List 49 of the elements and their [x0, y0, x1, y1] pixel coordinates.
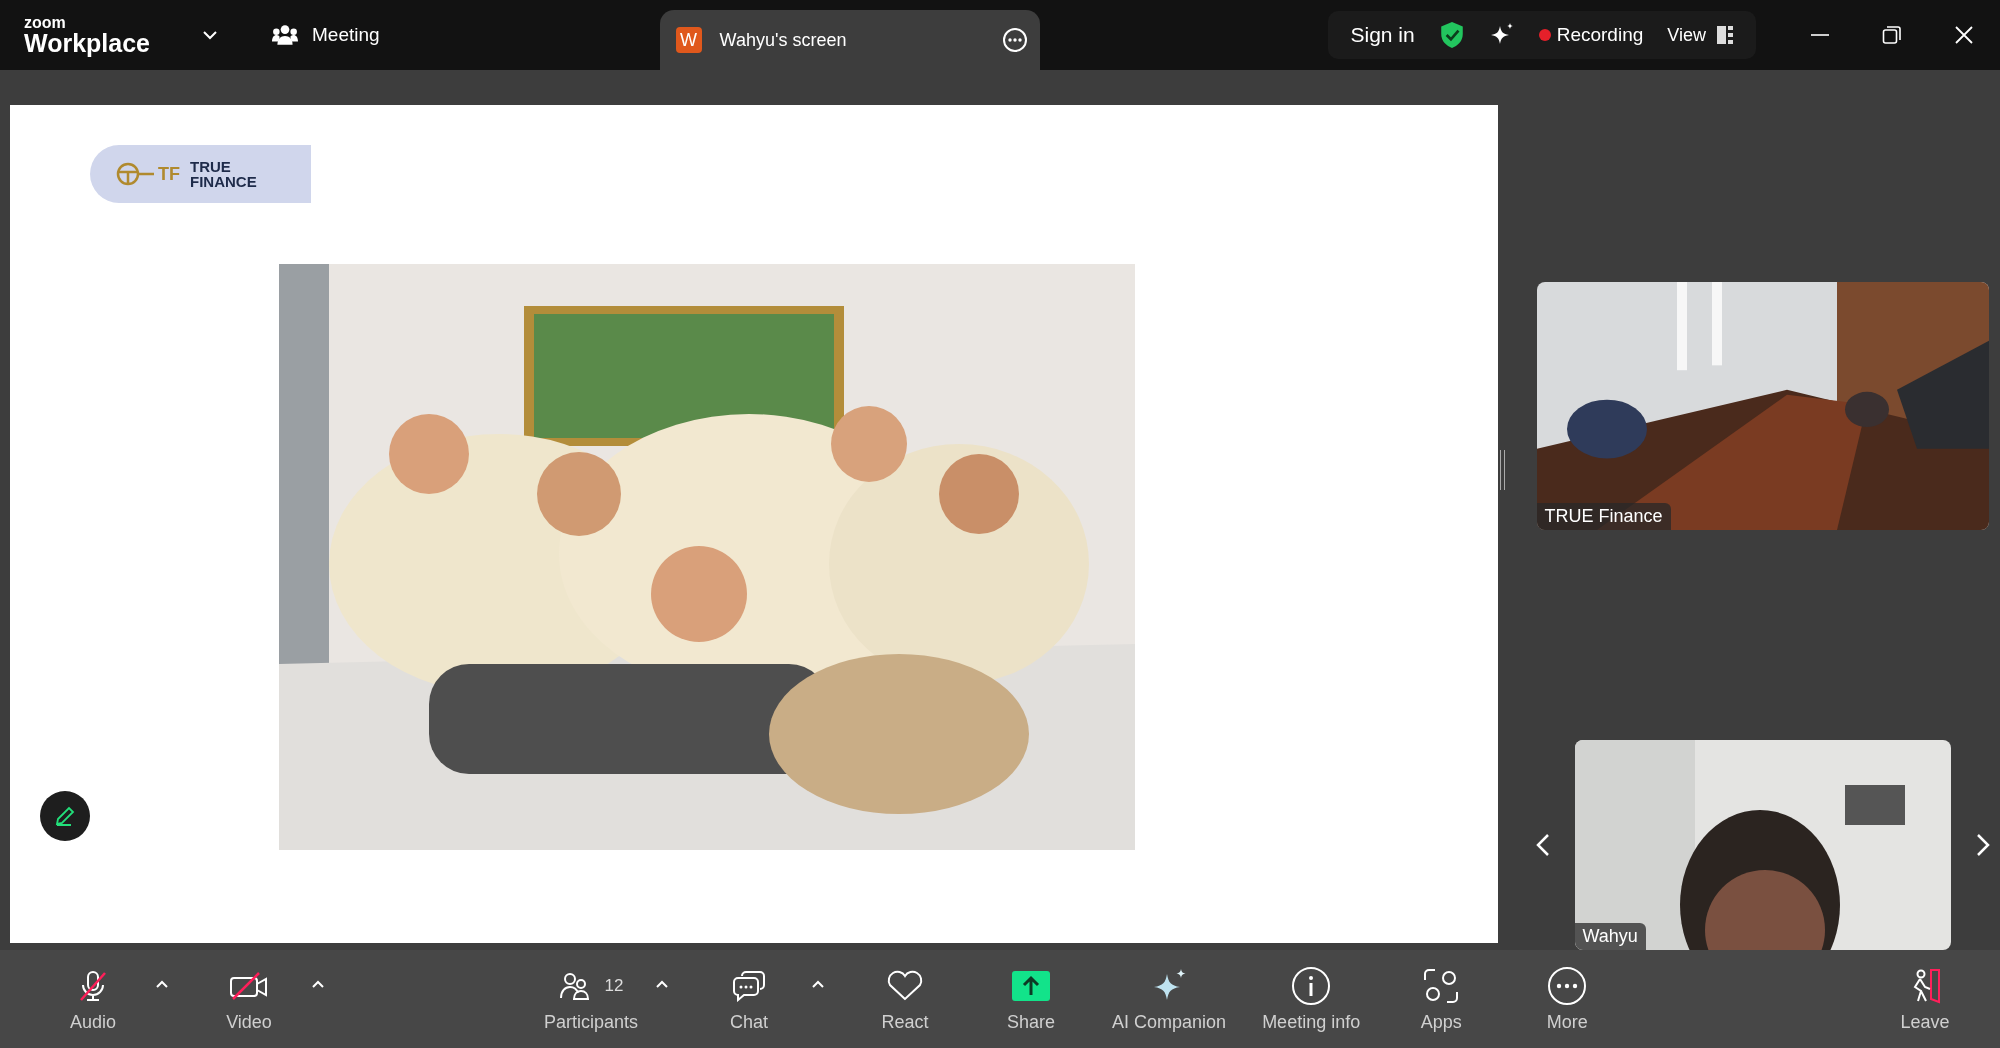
logo-monogram: TF — [158, 163, 180, 185]
logo-text: TRUE — [190, 159, 232, 174]
annotate-button[interactable] — [40, 791, 90, 841]
resize-handle[interactable] — [1500, 450, 1505, 490]
more-button[interactable]: More — [1522, 965, 1613, 1033]
caret-icon[interactable] — [156, 979, 168, 988]
participants-button[interactable]: 12 Participants — [544, 965, 639, 1033]
apps-button[interactable]: Apps — [1396, 965, 1487, 1033]
user-avatar: W — [675, 27, 702, 53]
meeting-label[interactable]: Meeting — [312, 24, 380, 46]
more-icon — [1547, 965, 1588, 1006]
camera-icon — [229, 970, 269, 1001]
pencil-icon — [53, 804, 77, 828]
sign-in-button[interactable]: Sign in — [1350, 23, 1415, 47]
share-button[interactable]: Share — [986, 965, 1077, 1033]
chevron-down-icon[interactable] — [202, 30, 218, 40]
shield-check-icon[interactable] — [1438, 21, 1465, 49]
recording-label[interactable]: Recording — [1556, 24, 1644, 46]
ai-button[interactable]: AI Companion — [1112, 965, 1227, 1033]
key-logo-icon — [116, 162, 156, 186]
participant-name: TRUE Finance — [1536, 503, 1671, 530]
tab-title: Wahyu's screen — [719, 29, 847, 51]
previous-icon[interactable] — [1535, 833, 1550, 857]
view-button[interactable]: View — [1667, 24, 1734, 46]
logo-text: FINANCE — [190, 174, 257, 189]
shared-screen-tab[interactable]: W Wahyu's screen — [659, 10, 1040, 70]
layout-icon — [1716, 25, 1734, 45]
chat-bubbles-icon — [732, 969, 767, 1002]
participant-count: 12 — [604, 975, 624, 996]
brand-title: Workplace — [24, 30, 150, 56]
info-icon — [1291, 965, 1332, 1006]
people-icon — [272, 24, 298, 46]
next-icon[interactable] — [1975, 833, 1990, 857]
leave-button[interactable]: Leave — [1880, 965, 1970, 1033]
video-button[interactable]: Video — [204, 965, 294, 1033]
participant-name: Wahyu — [1574, 923, 1646, 950]
info-button[interactable]: Meeting info — [1262, 965, 1361, 1033]
chat-button[interactable]: Chat — [704, 965, 795, 1033]
microphone-icon — [78, 969, 108, 1002]
people-icon — [558, 970, 591, 1001]
restore-icon[interactable] — [1882, 25, 1902, 45]
close-icon[interactable] — [1954, 25, 1974, 45]
react-button[interactable]: React — [860, 965, 951, 1033]
caret-icon[interactable] — [656, 979, 669, 988]
caret-icon[interactable] — [312, 979, 324, 988]
caret-icon[interactable] — [812, 979, 825, 988]
audio-button[interactable]: Audio — [48, 965, 138, 1033]
more-icon[interactable] — [1001, 27, 1028, 53]
brand-wordmark: zoom — [24, 14, 67, 31]
